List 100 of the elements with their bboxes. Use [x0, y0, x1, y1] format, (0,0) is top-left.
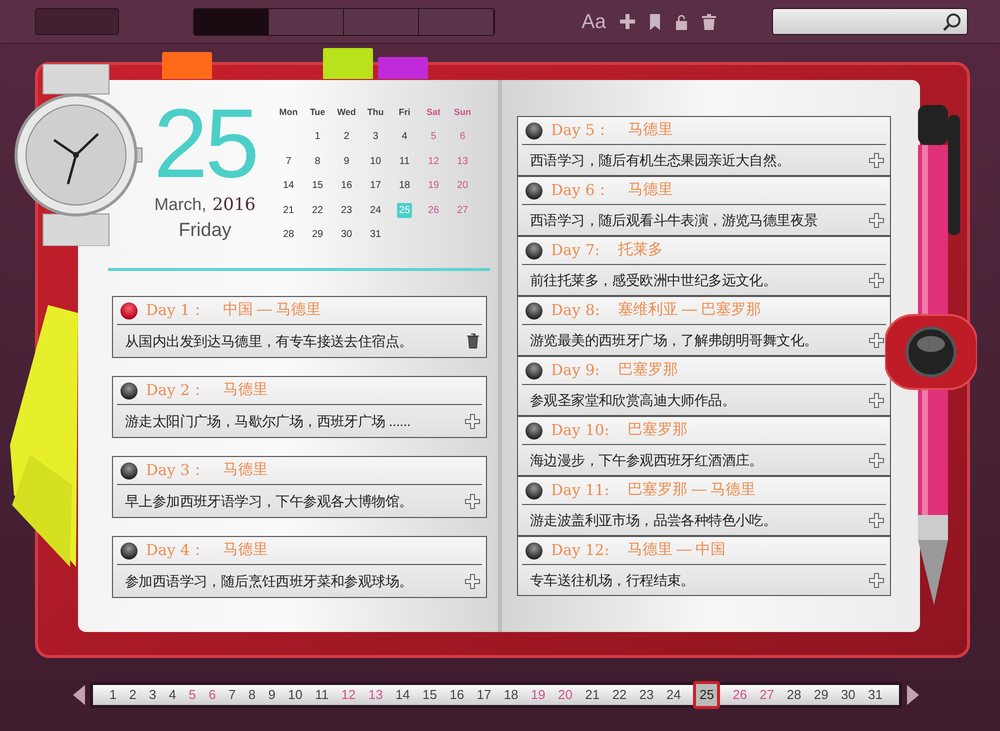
- calendar-day[interactable]: 2: [342, 129, 352, 144]
- day-label: Day 3：: [146, 460, 205, 482]
- calendar-day[interactable]: 1: [312, 129, 322, 144]
- plus-icon[interactable]: [869, 212, 884, 228]
- date-strip-day[interactable]: 11: [315, 685, 329, 705]
- plus-icon[interactable]: [620, 14, 635, 29]
- day-label: Day 1：: [146, 300, 205, 322]
- day-label: Day 6：: [551, 180, 610, 202]
- calendar-day[interactable]: 30: [338, 227, 354, 242]
- date-strip-day[interactable]: 8: [248, 685, 256, 705]
- day-label: Day 5：: [551, 120, 610, 142]
- search-field[interactable]: [772, 8, 968, 35]
- weekday-header: Sun: [454, 106, 471, 118]
- day-description: 前往托莱多，感受欧洲中世纪多远文化。: [530, 270, 777, 290]
- weekday-header: Mon: [279, 106, 298, 118]
- plus-icon[interactable]: [869, 572, 884, 588]
- place-label: 马德里 — 中国: [627, 540, 726, 560]
- day-description: 参观圣家堂和欣赏高迪大师作品。: [530, 390, 736, 410]
- calendar-day[interactable]: 17: [368, 178, 384, 194]
- date-strip-day[interactable]: 3: [149, 685, 156, 705]
- calendar-day[interactable]: 23: [338, 202, 354, 218]
- bookmark-icon[interactable]: [649, 14, 661, 30]
- place-label: 巴塞罗那: [618, 360, 678, 380]
- calendar-day[interactable]: 3: [370, 129, 380, 144]
- place-label: 塞维利亚 — 巴塞罗那: [618, 300, 762, 320]
- big-day-number: 25: [153, 100, 256, 186]
- left-arrow-icon[interactable]: [72, 684, 86, 706]
- plus-icon[interactable]: [869, 152, 884, 168]
- calendar-day[interactable]: 4: [400, 129, 410, 144]
- day-label: Day 4：: [146, 540, 205, 562]
- weekday-header: Sat: [426, 106, 440, 118]
- date-strip-day[interactable]: 1: [109, 685, 117, 705]
- calendar-day[interactable]: 11: [397, 154, 412, 169]
- right-arrow-icon[interactable]: [906, 684, 920, 706]
- day-label: Day 12:: [551, 540, 610, 562]
- place-label: 马德里: [222, 540, 268, 560]
- calendar-day[interactable]: 16: [338, 178, 354, 194]
- day-label: Day 2：: [146, 380, 205, 402]
- plus-icon[interactable]: [465, 494, 480, 508]
- plus-icon[interactable]: [869, 332, 884, 348]
- calendar-day[interactable]: 7: [284, 154, 294, 169]
- day-label: Day 10:: [551, 420, 610, 442]
- day-description: 海边漫步，下午参观西班牙红酒酒庄。: [530, 450, 763, 470]
- date-strip-day[interactable]: 24: [666, 685, 681, 705]
- date-strip-day[interactable]: 2: [129, 685, 136, 705]
- date-strip-day[interactable]: 18: [504, 685, 518, 705]
- date-strip-day[interactable]: 17: [476, 685, 492, 705]
- plus-icon[interactable]: [869, 512, 884, 528]
- day-description: 早上参加西班牙语学习，下午参观各大博物馆。: [125, 492, 413, 510]
- date-strip-day[interactable]: 21: [585, 685, 600, 705]
- calendar-day[interactable]: 9: [342, 154, 352, 169]
- lock-icon[interactable]: [675, 14, 688, 30]
- day-description: 西语学习，随后观看斗牛表演，游览马德里夜景: [530, 210, 818, 230]
- date-strip-day[interactable]: 30: [840, 685, 856, 705]
- calendar-day[interactable]: 22: [310, 202, 326, 218]
- date-strip-day[interactable]: 4: [168, 685, 176, 705]
- place-label: 巴塞罗那: [627, 420, 688, 440]
- weekday-header: Tue: [310, 106, 326, 118]
- plus-icon[interactable]: [465, 414, 480, 428]
- plus-icon[interactable]: [465, 574, 480, 588]
- search-icon: [943, 12, 961, 30]
- date-strip-day[interactable]: 16: [450, 685, 464, 705]
- plus-icon[interactable]: [869, 392, 884, 408]
- date-strip-day[interactable]: 25: [693, 681, 720, 709]
- date-strip-day[interactable]: 7: [228, 685, 236, 705]
- plus-icon[interactable]: [869, 452, 884, 468]
- place-label: 马德里: [222, 380, 268, 400]
- date-strip-day[interactable]: 15: [422, 685, 438, 705]
- date-strip-day[interactable]: 29: [814, 685, 828, 705]
- calendar-day[interactable]: 14: [280, 178, 296, 194]
- day-label: Day 11:: [551, 480, 610, 502]
- weekday-header: Fri: [398, 106, 410, 118]
- date-strip-day[interactable]: 10: [288, 685, 303, 705]
- calendar-day[interactable]: 28: [280, 227, 296, 242]
- date-strip-day[interactable]: 23: [639, 685, 654, 705]
- trash-icon[interactable]: [466, 333, 480, 349]
- day-description: 西语学习，随后有机生态果园亲近大自然。: [530, 150, 790, 170]
- calendar-day[interactable]: 21: [280, 202, 296, 218]
- date-strip-day[interactable]: 22: [612, 685, 627, 705]
- day-description: 参加西语学习，随后烹饪西班牙菜和参观球场。: [125, 572, 413, 590]
- date-strip-day[interactable]: 28: [786, 685, 802, 705]
- day-label: Day 7:: [551, 240, 600, 262]
- calendar-day[interactable]: 29: [310, 227, 326, 242]
- place-label: 巴塞罗那 — 马德里: [627, 480, 756, 500]
- calendar-day[interactable]: 24: [368, 202, 384, 218]
- date-strip-day[interactable]: 14: [395, 685, 410, 705]
- plus-icon[interactable]: [869, 272, 884, 288]
- calendar-day[interactable]: 8: [312, 154, 322, 169]
- calendar-day[interactable]: 15: [310, 178, 326, 194]
- date-strip-day[interactable]: 9: [268, 685, 276, 705]
- trash-icon[interactable]: [702, 14, 716, 30]
- place-label: 马德里: [628, 120, 673, 140]
- calendar-day[interactable]: 10: [368, 154, 384, 169]
- day-description: 游走太阳门广场，马歇尔广场，西班牙广场 ......: [125, 412, 410, 430]
- day-description: 从国内出发到达马德里，有专车接送去住宿点。: [125, 332, 413, 350]
- calendar-day[interactable]: 31: [368, 227, 384, 242]
- calendar-day[interactable]: 18: [396, 178, 412, 194]
- date-strip-day[interactable]: 31: [868, 685, 883, 705]
- font-button[interactable]: Aa: [582, 6, 606, 36]
- month-label: March,: [154, 194, 206, 216]
